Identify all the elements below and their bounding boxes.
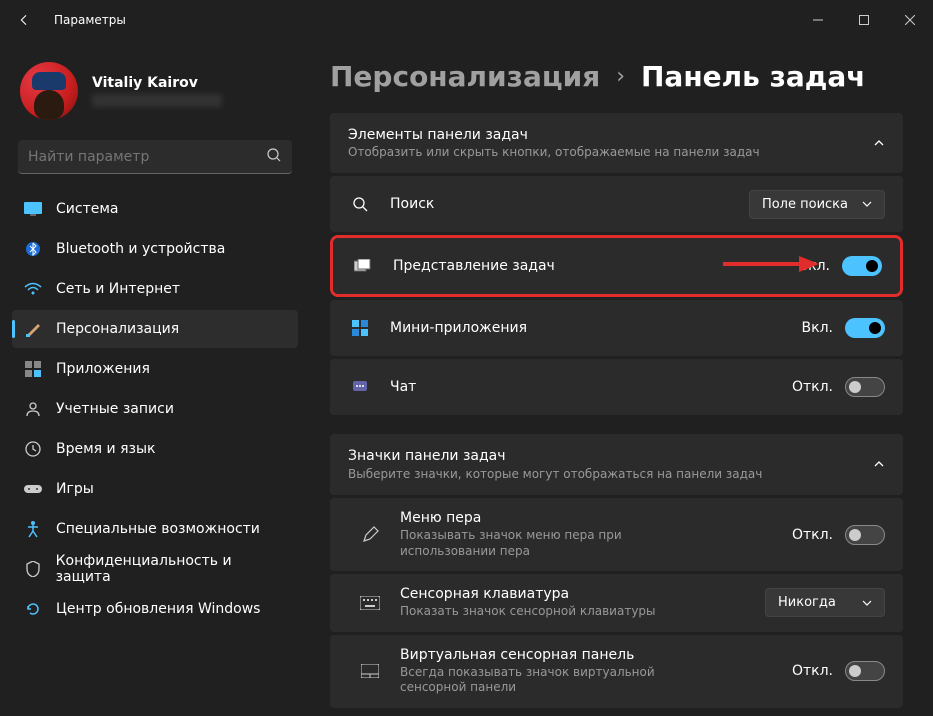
page-title: Панель задач <box>641 60 866 93</box>
row-touch-keyboard: Сенсорная клавиатура Показать значок сен… <box>330 574 903 632</box>
touchpad-toggle[interactable] <box>845 661 885 681</box>
nav-time[interactable]: Время и язык <box>12 430 298 468</box>
row-touchpad: Виртуальная сенсорная панель Всегда пока… <box>330 635 903 708</box>
update-icon <box>24 600 42 618</box>
chevron-up-icon <box>873 134 885 153</box>
row-chat: Чат Откл. <box>330 359 903 415</box>
brush-icon <box>24 320 42 338</box>
search-box[interactable] <box>18 140 292 174</box>
close-button[interactable] <box>887 4 933 36</box>
search-mode-dropdown[interactable]: Поле поиска <box>749 190 885 219</box>
touch-keyboard-dropdown[interactable]: Никогда <box>765 588 885 617</box>
window-title: Параметры <box>54 13 126 27</box>
nav-gaming[interactable]: Игры <box>12 470 298 508</box>
profile[interactable]: Vitaliy Kairov <box>12 48 298 138</box>
pen-toggle[interactable] <box>845 525 885 545</box>
touchpad-icon <box>360 661 380 681</box>
widgets-icon <box>350 318 370 338</box>
nav-accessibility[interactable]: Специальные возможности <box>12 510 298 548</box>
nav-personalization[interactable]: Персонализация <box>12 310 298 348</box>
taskview-icon <box>353 256 373 276</box>
nav-bluetooth[interactable]: Bluetooth и устройства <box>12 230 298 268</box>
breadcrumb-separator: › <box>616 64 625 89</box>
breadcrumb-parent[interactable]: Персонализация <box>330 60 600 93</box>
accessibility-icon <box>24 520 42 538</box>
row-widgets: Мини-приложения Вкл. <box>330 300 903 356</box>
chat-toggle[interactable] <box>845 377 885 397</box>
game-icon <box>24 480 42 498</box>
highlighted-annotation: Представление задач Вкл. <box>330 235 903 297</box>
shield-icon <box>24 560 42 578</box>
main-content: Персонализация › Панель задач Элементы п… <box>310 40 933 716</box>
row-pen: Меню пера Показывать значок меню пера пр… <box>330 498 903 571</box>
display-icon <box>24 200 42 218</box>
search-input[interactable] <box>28 149 266 165</box>
nav-apps[interactable]: Приложения <box>12 350 298 388</box>
section-taskbar-items[interactable]: Элементы панели задач Отобразить или скр… <box>330 113 903 173</box>
back-button[interactable] <box>14 10 34 30</box>
bluetooth-icon <box>24 240 42 258</box>
titlebar: Параметры <box>0 0 933 40</box>
nav-privacy[interactable]: Конфиденциальность и защита <box>12 550 298 588</box>
avatar <box>20 62 78 120</box>
search-icon <box>266 147 282 167</box>
user-name: Vitaliy Kairov <box>92 75 222 91</box>
maximize-button[interactable] <box>841 4 887 36</box>
search-icon <box>350 194 370 214</box>
nav-update[interactable]: Центр обновления Windows <box>12 590 298 628</box>
user-email <box>92 94 222 107</box>
row-search: Поиск Поле поиска <box>330 176 903 232</box>
chevron-down-icon <box>862 199 872 209</box>
taskview-toggle[interactable] <box>842 256 882 276</box>
keyboard-icon <box>360 593 380 613</box>
row-taskview: Представление задач Вкл. <box>333 238 900 294</box>
widgets-toggle[interactable] <box>845 318 885 338</box>
chevron-up-icon <box>873 455 885 474</box>
apps-icon <box>24 360 42 378</box>
chat-icon <box>350 377 370 397</box>
nav-system[interactable]: Система <box>12 190 298 228</box>
clock-icon <box>24 440 42 458</box>
sidebar: Vitaliy Kairov Система Bluetooth и устро… <box>0 40 310 716</box>
minimize-button[interactable] <box>795 4 841 36</box>
breadcrumb: Персонализация › Панель задач <box>330 52 903 113</box>
nav-accounts[interactable]: Учетные записи <box>12 390 298 428</box>
nav-network[interactable]: Сеть и Интернет <box>12 270 298 308</box>
user-icon <box>24 400 42 418</box>
pen-icon <box>360 525 380 545</box>
section-taskbar-icons[interactable]: Значки панели задач Выберите значки, кот… <box>330 434 903 495</box>
wifi-icon <box>24 280 42 298</box>
chevron-down-icon <box>862 598 872 608</box>
